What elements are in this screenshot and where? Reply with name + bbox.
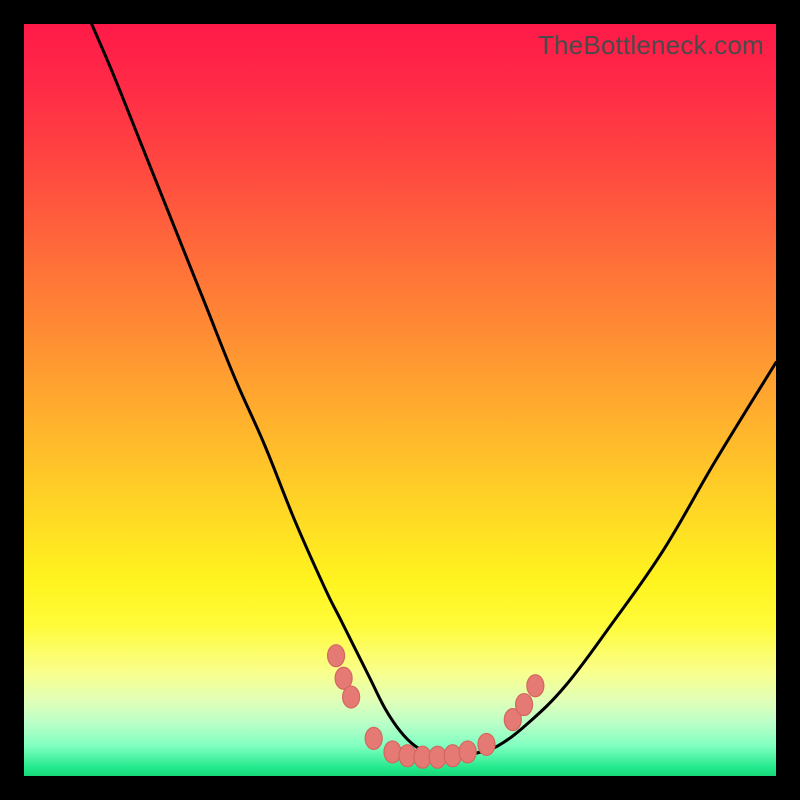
curve-markers — [328, 645, 544, 769]
chart-svg — [24, 24, 776, 776]
chart-area: TheBottleneck.com — [24, 24, 776, 776]
curve-line — [92, 24, 776, 758]
